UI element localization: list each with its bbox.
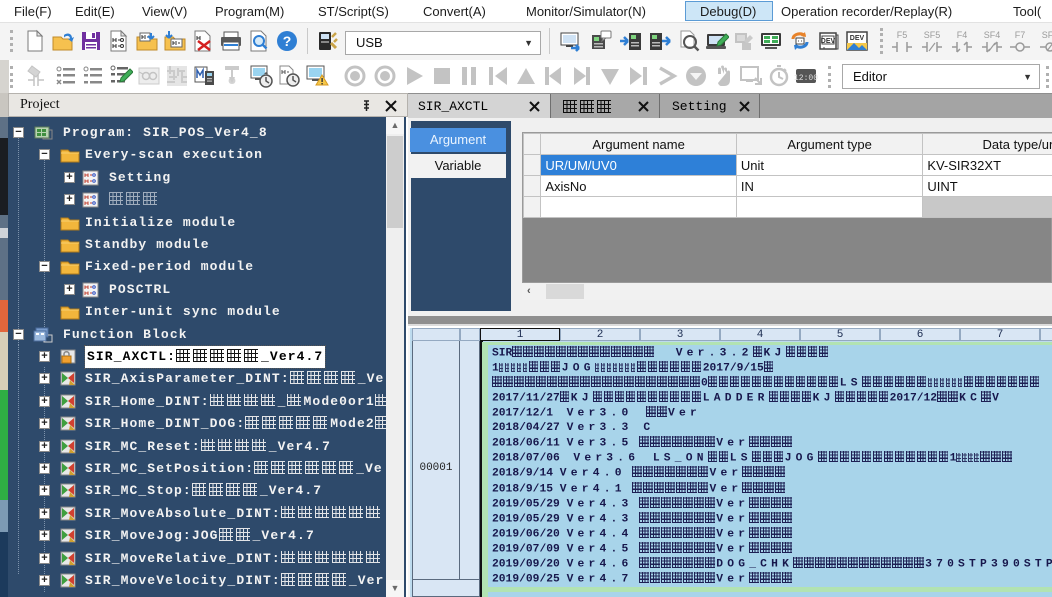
svg-text:DEV: DEV bbox=[850, 35, 865, 42]
svg-text:?: ? bbox=[283, 33, 292, 49]
svg-text:12:00: 12:00 bbox=[794, 74, 818, 83]
svg-text:DEV: DEV bbox=[821, 38, 836, 45]
